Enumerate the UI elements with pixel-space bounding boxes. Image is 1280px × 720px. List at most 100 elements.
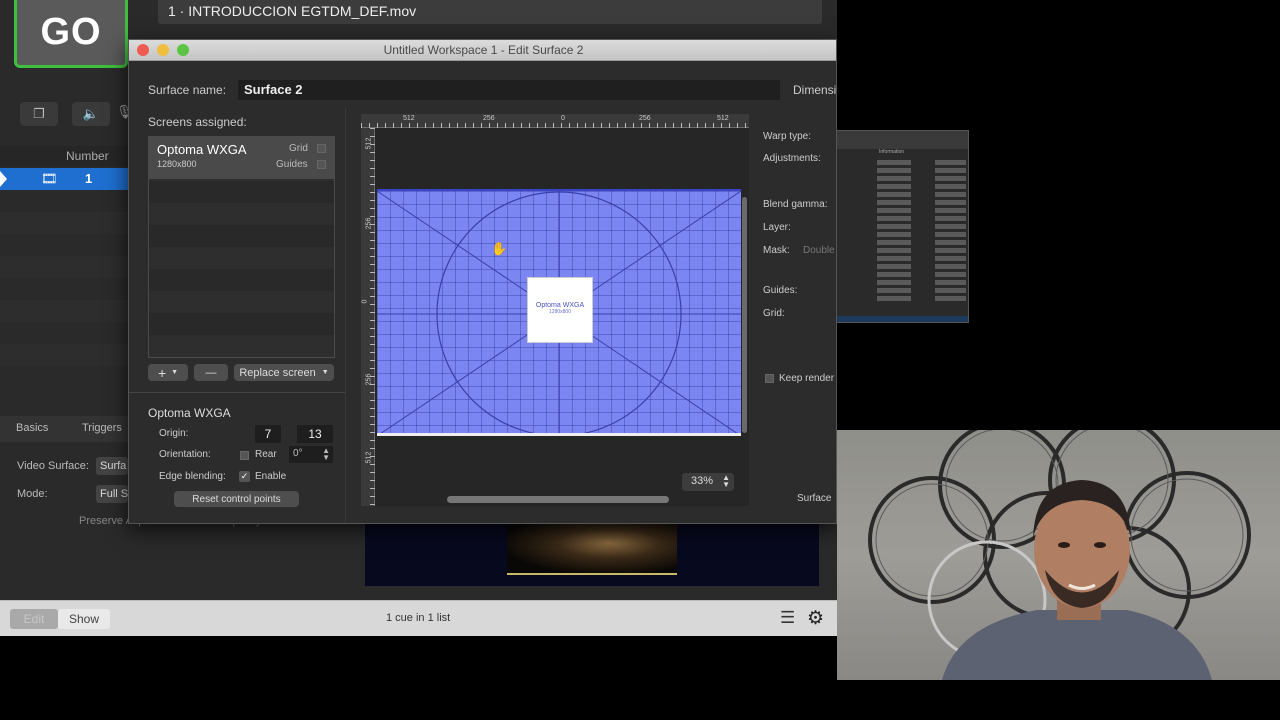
grid-checkbox[interactable] <box>317 144 326 153</box>
copy-icon: ❐ <box>33 106 45 121</box>
surface-canvas[interactable]: 512 256 0 256 512 512 256 0 256 512 Opto… <box>361 114 749 506</box>
rear-label: Rear <box>255 449 277 460</box>
adjustments-label: Adjustments: <box>763 153 821 164</box>
guides-toggle-label: Guides <box>276 159 308 170</box>
rotation-value: 0° <box>293 448 303 459</box>
list-row <box>0 212 128 234</box>
mask-select[interactable]: Double <box>803 245 835 256</box>
mini-table <box>837 160 968 301</box>
keep-rendered-label: Keep render <box>779 373 835 384</box>
hand-cursor-icon: ✋ <box>491 241 508 256</box>
list-header-number: Number <box>0 146 128 166</box>
enable-label: Enable <box>255 471 287 482</box>
origin-x-field[interactable]: 7 <box>255 425 281 443</box>
origin-label: Origin: <box>159 428 189 439</box>
vertical-scrollbar[interactable] <box>742 197 747 433</box>
divider <box>345 108 346 523</box>
ruler-ticks <box>361 123 749 128</box>
grid-label: Grid: <box>763 308 785 319</box>
gear-icon[interactable]: ⚙ <box>807 607 824 630</box>
rotation-stepper[interactable]: 0° ▲ ▼ <box>289 446 333 463</box>
inspector-tabs: Basics Triggers <box>0 416 128 442</box>
screen-list-item[interactable]: Optoma WXGA 1280x800 Grid Guides <box>149 137 334 179</box>
screens-assigned-label: Screens assigned: <box>148 115 247 129</box>
video-thumbnail <box>507 523 677 575</box>
ruler-tick-label: 512 <box>717 115 729 122</box>
plus-icon: + <box>157 364 167 381</box>
edit-surface-window: Untitled Workspace 1 - Edit Surface 2 Su… <box>128 39 837 524</box>
window-title: Untitled Workspace 1 - Edit Surface 2 <box>383 43 584 57</box>
orientation-label: Orientation: <box>159 449 211 460</box>
mini-toolbar <box>837 131 968 149</box>
test-pattern-label: Optoma WXGA <box>535 302 585 309</box>
selected-screen-title: Optoma WXGA <box>148 406 231 420</box>
screen-item-resolution: 1280x800 <box>157 159 197 169</box>
surface-name-label: Surface name: <box>148 83 227 97</box>
floating-monitor-window: Information <box>836 130 969 323</box>
edge-blending-label: Edge blending: <box>159 471 226 482</box>
cue-number: 1 <box>85 171 93 186</box>
chevron-down-icon: ▼ <box>171 369 179 376</box>
speaker-icon: 🔈 <box>82 106 100 121</box>
enable-blending-checkbox[interactable]: ✓ <box>239 471 250 482</box>
edit-mode-button[interactable]: Edit <box>10 609 58 629</box>
ruler-tick-label: 0 <box>561 115 565 122</box>
test-pattern-sublabel: 1280x800 <box>549 309 571 315</box>
tool-button-audio[interactable]: 🔈 <box>72 102 110 126</box>
standby-cue-title: 1 · INTRODUCCION EGTDM_DEF.mov <box>158 0 822 24</box>
grid-toggle-label: Grid <box>289 143 308 154</box>
projector-test-pattern[interactable]: Optoma WXGA 1280x800 ✋ <box>377 189 741 436</box>
video-surface-label: Video Surface: <box>17 460 89 472</box>
webcam-scene <box>868 430 1251 680</box>
replace-screen-button[interactable]: Replace screen ▼ <box>234 364 334 381</box>
test-pattern-label-box: Optoma WXGA 1280x800 <box>527 277 593 343</box>
reset-control-points-button[interactable]: Reset control points <box>174 491 299 507</box>
ruler-tick-label: 256 <box>483 115 495 122</box>
status-bar: Edit Show 1 cue in 1 list ☰ ⚙ <box>0 600 837 636</box>
rear-checkbox[interactable] <box>240 451 249 460</box>
webcam-overlay <box>837 430 1280 680</box>
list-row <box>0 256 128 278</box>
warp-type-label: Warp type: <box>763 131 811 142</box>
tab-triggers[interactable]: Triggers <box>82 422 122 434</box>
video-surface-select[interactable]: Surfa <box>96 457 128 475</box>
stepper-arrows-icon[interactable]: ▲ ▼ <box>722 474 730 489</box>
blend-gamma-label: Blend gamma: <box>763 199 828 210</box>
keep-rendered-checkbox[interactable] <box>765 374 774 383</box>
go-button[interactable]: GO <box>14 0 128 68</box>
surface-name-field[interactable]: Surface 2 <box>238 80 780 100</box>
stepper-arrows-icon[interactable]: ▲ ▼ <box>322 447 330 462</box>
ruler-tick-label: 0 <box>361 299 369 304</box>
list-icon[interactable]: ☰ <box>780 608 795 628</box>
layer-label: Layer: <box>763 222 791 233</box>
surface-footer-label: Surface <box>797 493 832 504</box>
dimensions-label: Dimensi <box>793 83 837 97</box>
tab-basics[interactable]: Basics <box>16 422 48 434</box>
cue-count-status: 1 cue in 1 list <box>386 612 451 624</box>
show-mode-button[interactable]: Show <box>58 609 110 629</box>
zoom-stepper[interactable]: 33% ▲ ▼ <box>682 473 734 491</box>
remove-screen-button[interactable]: — <box>194 364 228 381</box>
zoom-value: 33% <box>691 475 714 487</box>
horizontal-scrollbar[interactable] <box>447 496 669 503</box>
origin-y-field[interactable]: 13 <box>297 425 333 443</box>
playhead-icon <box>0 171 7 187</box>
ruler-ticks <box>370 128 375 506</box>
cue-row-selected[interactable]: 🎞 1 <box>0 168 128 190</box>
add-screen-button[interactable]: + ▼ <box>148 364 188 381</box>
mini-status <box>837 316 968 322</box>
chevron-down-icon: ▼ <box>321 369 329 376</box>
ruler-left: 512 256 0 256 512 <box>361 128 375 506</box>
guides-label: Guides: <box>763 285 798 296</box>
mini-header: Information <box>879 149 905 155</box>
screen-item-name: Optoma WXGA <box>157 142 247 157</box>
ruler-top: 512 256 0 256 512 <box>361 114 749 128</box>
mode-label: Mode: <box>17 488 48 500</box>
tool-button-group[interactable]: ❐ <box>20 102 58 126</box>
mic-icon[interactable]: 🎙 <box>116 104 133 122</box>
ruler-tick-label: 512 <box>403 115 415 122</box>
mode-select[interactable]: Full S <box>96 485 128 503</box>
guides-checkbox[interactable] <box>317 160 326 169</box>
replace-screen-label: Replace screen <box>239 366 316 379</box>
screens-list: Optoma WXGA 1280x800 Grid Guides <box>148 136 335 358</box>
